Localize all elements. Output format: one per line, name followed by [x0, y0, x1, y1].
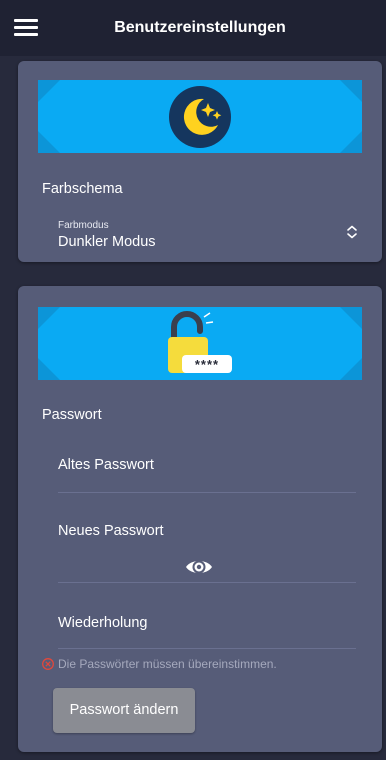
repeat-password-field[interactable]: Wiederholung: [58, 602, 356, 650]
banner-password-mask: ****: [194, 357, 220, 372]
repeat-password-underline: [58, 648, 356, 649]
app-bar: Benutzereinstellungen: [0, 0, 386, 56]
error-circle-icon: [42, 658, 54, 670]
old-password-label: Altes Passwort: [58, 457, 154, 473]
chevron-updown-icon: [347, 225, 357, 239]
hamburger-menu-icon[interactable]: [14, 19, 38, 37]
password-card: **** Passwort Altes Passwort Neues Passw…: [18, 286, 382, 752]
color-mode-value: Dunkler Modus: [58, 234, 156, 250]
old-password-underline: [58, 492, 356, 493]
old-password-field[interactable]: Altes Passwort: [58, 446, 356, 494]
new-password-underline: [58, 582, 356, 583]
color-scheme-banner: [38, 80, 362, 153]
password-error-text: Die Passwörter müssen übereinstimmen.: [58, 657, 277, 671]
color-scheme-label: Farbschema: [42, 181, 123, 197]
page-title: Benutzereinstellungen: [114, 19, 286, 36]
change-password-button[interactable]: Passwort ändern: [53, 688, 195, 733]
moon-stars-icon: [169, 86, 231, 148]
color-mode-caption: Farbmodus: [58, 220, 109, 231]
password-section-label: Passwort: [42, 407, 102, 423]
repeat-password-label: Wiederholung: [58, 615, 148, 631]
password-banner: ****: [38, 307, 362, 380]
color-mode-select[interactable]: Farbmodus Dunkler Modus: [58, 216, 357, 256]
color-scheme-card: Farbschema Farbmodus Dunkler Modus: [18, 61, 382, 262]
eye-icon[interactable]: [184, 554, 214, 580]
new-password-label: Neues Passwort: [58, 523, 164, 539]
